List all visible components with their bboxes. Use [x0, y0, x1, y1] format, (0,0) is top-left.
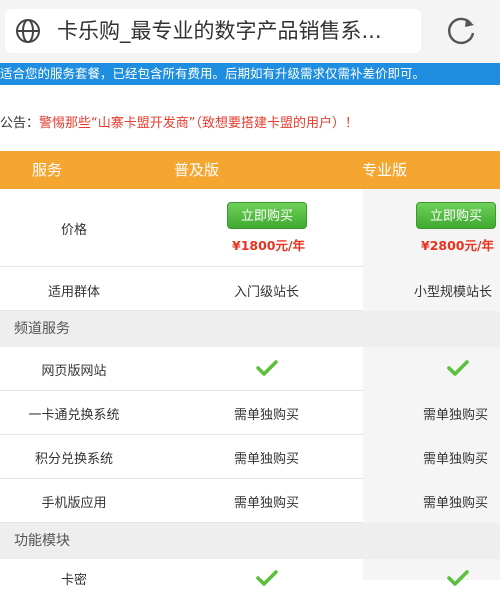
points-exchange-basic: 需单独购买: [233, 452, 299, 467]
buy-basic-button[interactable]: 立即购买: [227, 202, 307, 229]
mobile-app-basic: 需单独购买: [233, 496, 299, 511]
points-exchange-pro: 需单独购买: [423, 452, 489, 467]
audience-label: 适用群体: [47, 285, 100, 300]
pro-column-bg: [363, 559, 500, 580]
header-basic: 普及版: [174, 161, 220, 179]
checkmark-icon: [447, 570, 469, 586]
checkmark-icon: [447, 360, 469, 376]
header-service: 服务: [32, 161, 63, 179]
price-pro: ¥2800元/年: [421, 238, 495, 253]
checkmark-icon: [256, 570, 278, 586]
url-field[interactable]: 卡乐购_最专业的数字产品销售系...: [5, 9, 421, 53]
price-basic: ¥1800元/年: [232, 238, 306, 253]
section-function-modules: 功能模块: [0, 523, 500, 559]
browser-address-bar: 卡乐购_最专业的数字产品销售系...: [0, 0, 500, 64]
row-label-web: 网页版网站: [41, 364, 107, 379]
card-exchange-basic: 需单独购买: [233, 408, 299, 423]
row-label-card-exchange: 一卡通兑换系统: [28, 408, 120, 423]
announcement: 公告：警惕那些“山寨卡盟开发商”（致想要搭建卡盟的用户）！: [0, 113, 500, 135]
checkmark-icon: [256, 360, 278, 376]
row-label-card-code: 卡密: [60, 573, 87, 588]
table-header: 服务 普及版 专业版: [0, 151, 500, 189]
row-label-mobile-app: 手机版应用: [41, 496, 107, 511]
price-label: 价格: [60, 223, 87, 238]
announcement-link[interactable]: 警惕那些“山寨卡盟开发商”（致想要搭建卡盟的用户）！: [39, 116, 358, 131]
notice-bar: 适合您的服务套餐，已经包含所有费用。后期如有升级需求仅需补差价即可。: [0, 63, 500, 85]
announcement-label: 公告：: [0, 116, 40, 131]
section-channel-services: 频道服务: [0, 311, 500, 347]
audience-basic: 入门级站长: [233, 285, 299, 300]
audience-pro: 小型规模站长: [414, 285, 493, 300]
globe-icon: [16, 19, 40, 43]
mobile-app-pro: 需单独购买: [423, 496, 489, 511]
row-label-points-exchange: 积分兑换系统: [34, 452, 113, 467]
refresh-icon[interactable]: [444, 14, 478, 48]
page-title: 卡乐购_最专业的数字产品销售系...: [57, 19, 382, 43]
header-pro: 专业版: [362, 161, 408, 179]
buy-pro-button[interactable]: 立即购买: [416, 202, 496, 229]
card-exchange-pro: 需单独购买: [423, 408, 489, 423]
